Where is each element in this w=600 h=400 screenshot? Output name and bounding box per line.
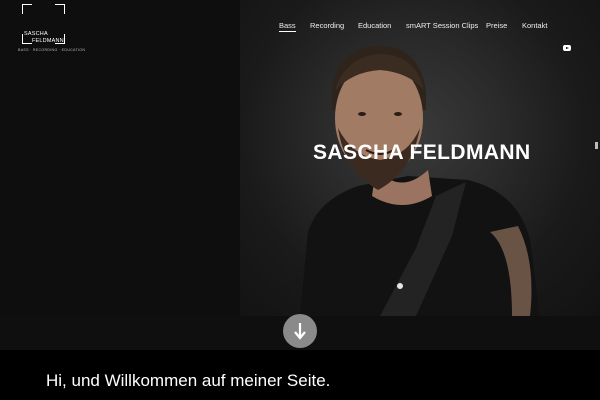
nav-item-smart-session-clips[interactable]: smART Session Clips — [406, 21, 478, 30]
nav-item-bass[interactable]: Bass — [279, 21, 296, 32]
edge-scroll-marker — [595, 142, 598, 149]
hero-title: SASCHA FELDMANN — [313, 141, 531, 164]
logo-frame-corner — [22, 4, 32, 14]
arrow-down-icon — [294, 323, 306, 340]
scroll-down-button[interactable] — [283, 314, 317, 348]
hero-section: SASCHA FELDMANN BASS · RECORDING · EDUCA… — [0, 0, 600, 350]
logo-name-last: FELDMANN — [32, 38, 64, 44]
logo-frame-corner — [55, 4, 65, 14]
logo-tagline: BASS · RECORDING · EDUCATION — [18, 48, 86, 52]
nav-item-education[interactable]: Education — [358, 21, 391, 30]
youtube-icon[interactable] — [563, 45, 571, 51]
welcome-heading: Hi, und Willkommen auf meiner Seite. — [46, 371, 331, 390]
main-nav: Bass Recording Education smART Session C… — [0, 21, 600, 51]
nav-item-preise[interactable]: Preise — [486, 21, 507, 30]
nav-item-kontakt[interactable]: Kontakt — [522, 21, 547, 30]
nav-item-recording[interactable]: Recording — [310, 21, 344, 30]
